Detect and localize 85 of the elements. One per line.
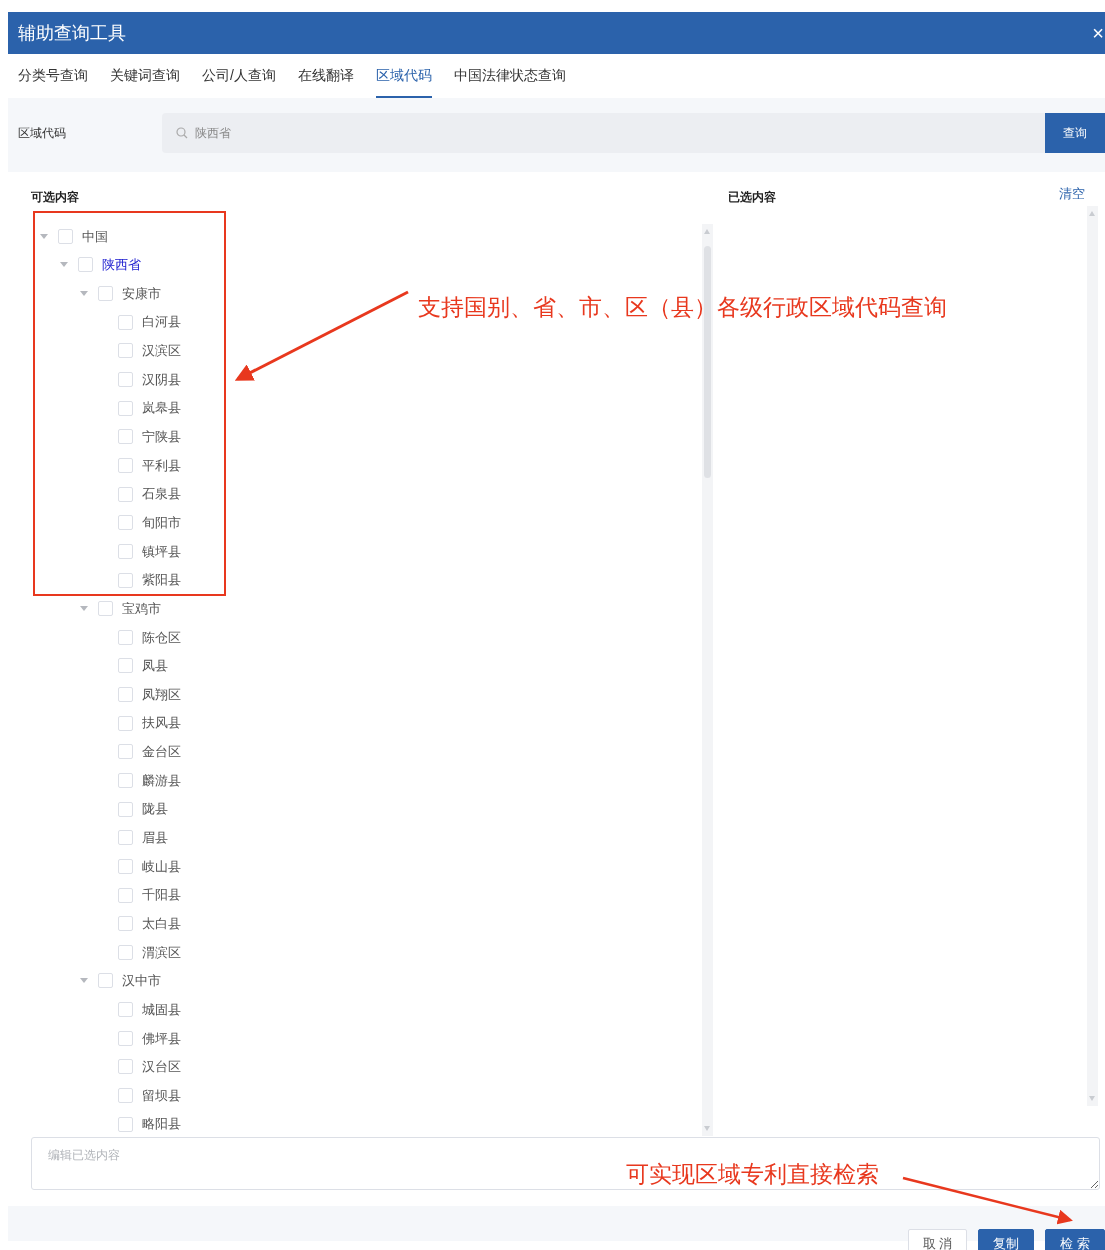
checkbox[interactable] xyxy=(118,343,133,359)
tree-item-label[interactable]: 宁陕县 xyxy=(142,427,181,447)
clear-link[interactable]: 清空 xyxy=(1059,184,1085,204)
tree-item-label[interactable]: 汉中市 xyxy=(122,971,161,991)
window-title: 辅助查询工具 xyxy=(18,21,126,45)
tree-item-label[interactable]: 千阳县 xyxy=(142,885,181,905)
column-heading: 可选内容 xyxy=(31,189,79,206)
checkbox[interactable] xyxy=(118,429,133,445)
action-button[interactable]: 取 消 xyxy=(907,1229,968,1250)
search-icon xyxy=(176,127,188,139)
tree-item-label[interactable]: 略阳县 xyxy=(142,1114,181,1134)
checkbox[interactable] xyxy=(118,773,133,788)
checkbox[interactable] xyxy=(118,486,133,502)
tab[interactable]: 在线翻译 xyxy=(297,54,354,98)
tab[interactable]: 公司/人查询 xyxy=(202,54,276,98)
tree-item-label[interactable]: 镇坪县 xyxy=(142,541,181,562)
tree-item-label[interactable]: 旬阳市 xyxy=(142,512,181,533)
checkbox[interactable] xyxy=(118,744,133,760)
tree-item-label[interactable]: 陈仓区 xyxy=(142,627,181,648)
checkbox[interactable] xyxy=(118,916,133,932)
tree-item-label[interactable]: 凤翔区 xyxy=(142,684,181,705)
tree-item-label[interactable]: 平利县 xyxy=(142,455,181,476)
checkbox[interactable] xyxy=(118,1116,133,1132)
checkbox[interactable] xyxy=(118,572,133,588)
checkbox[interactable] xyxy=(118,543,133,559)
tab[interactable]: 中国法律状态查询 xyxy=(453,54,566,98)
checkbox[interactable] xyxy=(118,372,133,387)
checkbox[interactable] xyxy=(118,1088,133,1104)
tree-item-label[interactable]: 岐山县 xyxy=(142,856,181,877)
tree-item-label[interactable]: 白河县 xyxy=(142,312,181,332)
tree-item-label[interactable]: 金台区 xyxy=(142,742,181,762)
tab[interactable]: 关键词查询 xyxy=(110,54,180,98)
tree-item-label[interactable]: 岚皋县 xyxy=(142,398,181,418)
tree-item-label[interactable]: 汉滨区 xyxy=(142,341,181,361)
close-button[interactable]: × xyxy=(1092,23,1104,43)
checkbox[interactable] xyxy=(118,1030,133,1046)
tree-item-label[interactable]: 汉台区 xyxy=(142,1057,181,1077)
action-button[interactable]: 检 索 xyxy=(1045,1229,1105,1250)
field-label: 区域代码 xyxy=(17,125,67,142)
action-button[interactable]: 复制 xyxy=(978,1229,1035,1250)
checkbox[interactable] xyxy=(118,887,133,903)
checkbox[interactable] xyxy=(98,601,113,617)
checkbox[interactable] xyxy=(118,687,133,703)
checkbox[interactable] xyxy=(118,801,133,817)
checkbox[interactable] xyxy=(118,944,133,960)
tree-item-label[interactable]: 佛坪县 xyxy=(142,1028,181,1048)
column-heading: 已选内容 xyxy=(728,189,776,206)
tree-item-label[interactable]: 宝鸡市 xyxy=(122,598,161,619)
checkbox[interactable] xyxy=(118,400,133,416)
checkbox[interactable] xyxy=(78,257,93,273)
checkbox[interactable] xyxy=(118,457,133,473)
checkbox[interactable] xyxy=(58,228,73,244)
tree-item-label[interactable]: 汉阴县 xyxy=(142,369,181,390)
scrollbar[interactable] xyxy=(1087,206,1098,1106)
checkbox[interactable] xyxy=(118,515,133,531)
search-text: 陕西省 xyxy=(195,125,231,142)
tree-item-label[interactable]: 留坝县 xyxy=(142,1085,181,1106)
tree-item-label[interactable]: 凤县 xyxy=(142,656,168,676)
checkbox[interactable] xyxy=(118,629,133,645)
tree-item-label[interactable]: 渭滨区 xyxy=(142,942,181,963)
tree-item-label[interactable]: 麟游县 xyxy=(142,770,181,791)
tree-item-label[interactable]: 眉县 xyxy=(142,828,168,848)
annotation-text: 可实现区域专利直接检索 xyxy=(626,1160,879,1189)
tree-item-label[interactable]: 安康市 xyxy=(122,283,161,304)
scrollbar[interactable] xyxy=(702,224,713,1136)
checkbox[interactable] xyxy=(118,314,133,330)
tree-item-label[interactable]: 扶风县 xyxy=(142,713,181,733)
tree-item-label[interactable]: 陇县 xyxy=(142,799,168,819)
checkbox[interactable] xyxy=(118,858,133,874)
checkbox[interactable] xyxy=(98,286,113,302)
tree-item-label[interactable]: 石泉县 xyxy=(142,484,181,504)
checkbox[interactable] xyxy=(118,715,133,731)
checkbox[interactable] xyxy=(118,658,133,674)
tab[interactable]: 分类号查询 xyxy=(18,54,88,98)
tree-item-label[interactable]: 紫阳县 xyxy=(142,570,181,590)
checkbox[interactable] xyxy=(118,830,133,846)
tree-item-label[interactable]: 中国 xyxy=(82,226,108,247)
checkbox[interactable] xyxy=(98,973,113,989)
tree-item-label[interactable]: 城固县 xyxy=(142,999,181,1020)
tree-item-label[interactable]: 陕西省 xyxy=(102,255,141,275)
search-button[interactable]: 查询 xyxy=(1045,113,1105,153)
annotation-text: 支持国别、省、市、区（县）各级行政区域代码查询 xyxy=(418,293,947,322)
checkbox[interactable] xyxy=(118,1002,133,1018)
tree-item-label[interactable]: 太白县 xyxy=(142,913,181,934)
checkbox[interactable] xyxy=(118,1059,133,1075)
